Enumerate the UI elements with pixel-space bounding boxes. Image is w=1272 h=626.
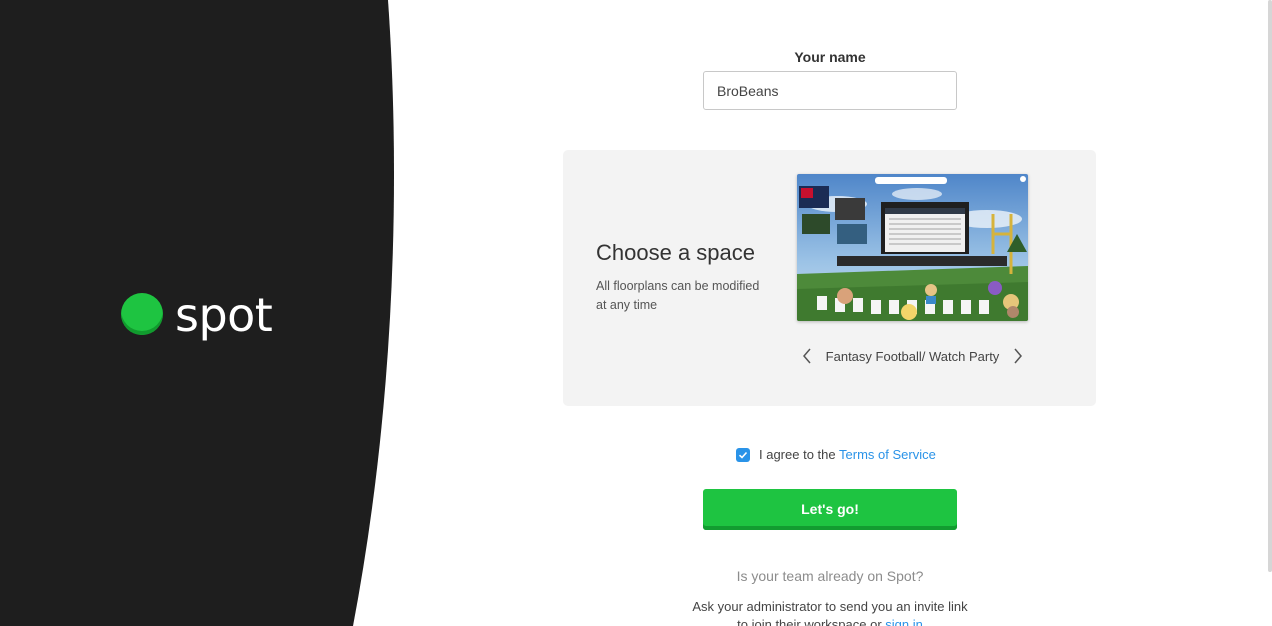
name-input[interactable] <box>703 71 957 110</box>
space-carousel: Fantasy Football/ Watch Party <box>797 346 1028 366</box>
space-chooser-title: Choose a space <box>596 240 755 265</box>
page-scrollbar[interactable] <box>1268 0 1272 572</box>
terms-checkbox[interactable] <box>736 447 750 462</box>
spot-logo: spot <box>121 288 273 342</box>
previous-space-button[interactable] <box>797 346 817 366</box>
checkmark-icon <box>738 451 748 459</box>
chevron-left-icon <box>803 348 811 364</box>
chevron-right-icon <box>1014 348 1022 364</box>
invite-instructions-line-1: Ask your administrator to send you an in… <box>692 599 968 614</box>
spot-logo-text: spot <box>175 288 273 342</box>
invite-instructions-line-2: to join their workspace or <box>737 617 882 626</box>
sign-in-link[interactable]: sign in <box>885 617 923 626</box>
lets-go-button[interactable]: Let's go! <box>703 489 957 530</box>
invite-instructions: Ask your administrator to send you an in… <box>630 598 1030 626</box>
signup-page: spot Your name Choose a space All floorp… <box>0 0 1272 626</box>
brand-panel: spot <box>0 0 400 626</box>
terms-of-service-link[interactable]: Terms of Service <box>839 447 936 462</box>
space-chooser-card: Choose a space All floorplans can be mod… <box>563 150 1096 406</box>
space-preview-image <box>797 174 1028 321</box>
terms-agreement: I agree to the Terms of Service <box>736 447 936 462</box>
space-preview-illustration <box>797 174 1028 321</box>
selected-space-name: Fantasy Football/ Watch Party <box>825 348 1000 364</box>
next-space-button[interactable] <box>1008 346 1028 366</box>
spot-logo-dot-icon <box>121 293 163 335</box>
terms-label: I agree to the <box>759 447 836 462</box>
name-label: Your name <box>794 49 866 65</box>
existing-team-question: Is your team already on Spot? <box>736 568 924 584</box>
space-chooser-description: All floorplans can be modified at any ti… <box>596 279 760 312</box>
